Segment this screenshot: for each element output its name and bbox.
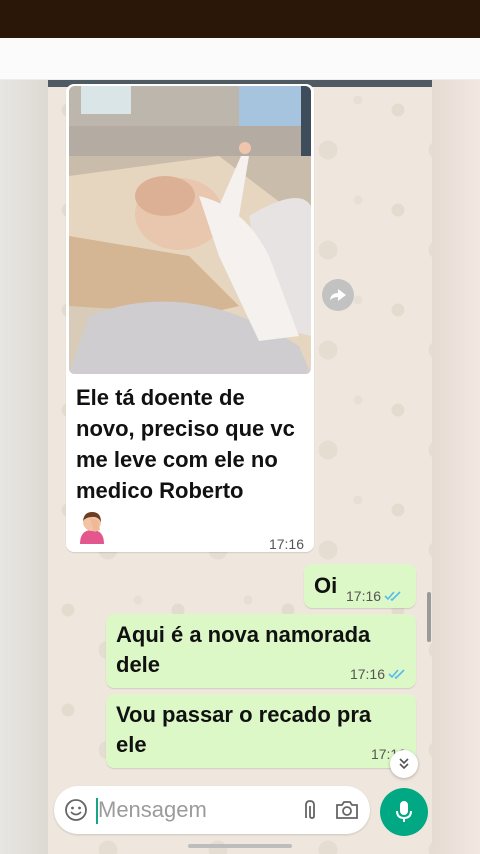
double-check-icon <box>388 669 405 680</box>
top-strip <box>0 38 480 80</box>
double-check-icon <box>384 591 401 602</box>
forward-icon <box>330 289 346 301</box>
outgoing-message-time: 17:16 <box>349 666 385 682</box>
outgoing-message-time: 17:16 <box>346 588 382 604</box>
incoming-message-time: 17:16 <box>268 536 304 552</box>
outgoing-message-bubble[interactable]: Vou passar o recado pra ele 17:16 <box>106 694 416 768</box>
chat-area[interactable]: Ele tá doente de novo, preciso que vc me… <box>48 80 432 854</box>
outgoing-message-bubble[interactable]: Oi 17:16 <box>304 564 416 608</box>
scroll-to-bottom-button[interactable] <box>390 750 418 778</box>
outgoing-message-text: Vou passar o recado pra ele <box>116 702 372 757</box>
emoji-icon[interactable] <box>64 798 88 822</box>
chevron-double-down-icon <box>399 758 409 770</box>
forward-button[interactable] <box>322 279 354 311</box>
background-left <box>0 80 48 854</box>
mic-icon <box>396 801 412 822</box>
baby-photo[interactable] <box>69 86 311 374</box>
message-composer[interactable] <box>54 786 370 834</box>
background-right <box>432 80 480 854</box>
outgoing-message-text: Oi <box>314 573 338 598</box>
message-input[interactable] <box>98 792 288 828</box>
status-bar <box>0 0 480 38</box>
mic-button[interactable] <box>380 788 428 836</box>
attach-icon[interactable] <box>298 798 322 822</box>
incoming-message-bubble[interactable]: Ele tá doente de novo, preciso que vc me… <box>66 84 314 552</box>
message-meta: 17:16 <box>346 588 402 604</box>
message-meta: 17:16 <box>350 666 406 682</box>
outgoing-message-bubble[interactable]: Aqui é a nova namorada dele 17:16 <box>106 614 416 688</box>
camera-icon[interactable] <box>334 798 360 822</box>
incoming-message-text: Ele tá doente de novo, preciso que vc me… <box>76 385 295 503</box>
home-indicator[interactable] <box>188 844 292 848</box>
baby-photo-image <box>69 86 311 374</box>
facepalm-emoji <box>74 508 110 544</box>
scrollbar-thumb[interactable] <box>427 592 431 642</box>
